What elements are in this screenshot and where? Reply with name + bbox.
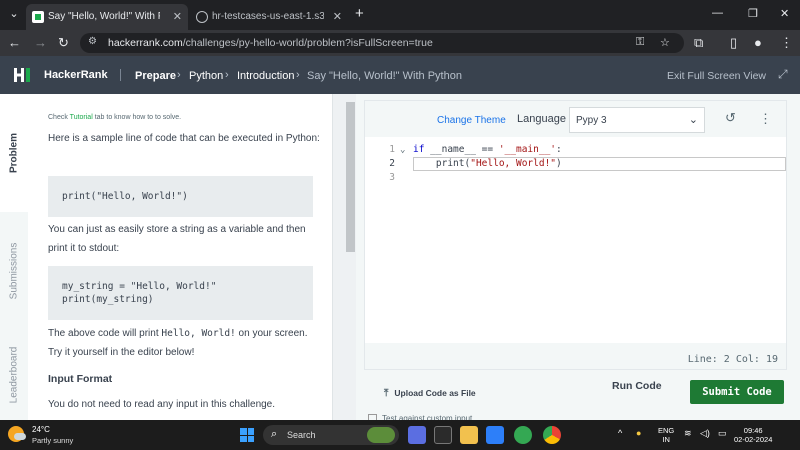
- vscode-icon[interactable]: [486, 426, 504, 444]
- tab-search-button[interactable]: ⌄: [6, 6, 22, 22]
- tab-submissions[interactable]: Submissions: [0, 212, 28, 330]
- expand-icon[interactable]: ⤢: [778, 67, 790, 81]
- file-explorer-icon[interactable]: [460, 426, 478, 444]
- chevron-right-icon: ›: [177, 69, 181, 81]
- profile-icon[interactable]: ●: [754, 35, 762, 51]
- language-select[interactable]: Pypy 3 ⌄: [569, 107, 705, 133]
- paragraph: You can just as easily store a string as…: [48, 224, 306, 254]
- weather-icon[interactable]: [8, 426, 26, 442]
- breadcrumb-current: Say "Hello, World!" With Python: [307, 70, 462, 82]
- app-icon[interactable]: [514, 426, 532, 444]
- chrome-icon[interactable]: [543, 426, 561, 444]
- hackerrank-logo-icon[interactable]: [14, 68, 30, 82]
- language-label: Language: [517, 113, 566, 125]
- scrollbar-thumb[interactable]: [346, 102, 355, 252]
- site-info-icon[interactable]: ⚙: [88, 36, 102, 50]
- temperature: 24°C: [32, 425, 50, 434]
- volume-icon[interactable]: ◁): [700, 428, 710, 439]
- input-language[interactable]: ENG IN: [658, 426, 674, 444]
- editor-toolbar: Change Theme Language Pypy 3 ⌄ ↺ ⋮: [365, 101, 786, 137]
- close-icon[interactable]: ✕: [333, 4, 342, 30]
- breadcrumb-introduction[interactable]: Introduction: [237, 70, 294, 82]
- change-theme-link[interactable]: Change Theme: [437, 115, 506, 126]
- upload-code-button[interactable]: ⤒ Upload Code as File: [384, 388, 476, 399]
- task-view-icon[interactable]: [434, 426, 452, 444]
- header-divider: [120, 69, 121, 81]
- code-line[interactable]: 1 ⌄ if __name__ == '__main__':: [365, 143, 786, 157]
- problem-side-tabs: Problem Submissions Leaderboard: [0, 94, 28, 420]
- browser-tab-inactive[interactable]: hr-testcases-us-east-1.s3.amazonaws ✕: [190, 4, 348, 30]
- paragraph: The above code will print Hello, World! …: [48, 328, 308, 358]
- code-line[interactable]: 2 print("Hello, World!"): [365, 157, 786, 171]
- window-close-icon[interactable]: ✕: [780, 7, 789, 20]
- chevron-right-icon: ›: [296, 69, 300, 81]
- fold-chevron-icon[interactable]: ⌄: [400, 143, 405, 157]
- hackerrank-favicon-icon: [32, 11, 44, 23]
- upload-icon: ⤒: [384, 388, 389, 399]
- side-panel-icon[interactable]: ▯: [730, 35, 737, 51]
- paragraph: You do not need to read any input in thi…: [48, 399, 276, 410]
- breadcrumb-prepare[interactable]: Prepare: [135, 70, 176, 82]
- input-format-heading: Input Format: [48, 373, 113, 385]
- breadcrumb-python[interactable]: Python: [189, 70, 223, 82]
- new-tab-button[interactable]: +: [355, 6, 364, 22]
- problem-statement: Check Tutorial tab to know how to to sol…: [28, 94, 332, 420]
- chrome-menu-icon[interactable]: ⋮: [780, 35, 793, 51]
- chevron-up-icon[interactable]: ^: [618, 428, 622, 438]
- tutorial-link[interactable]: Tutorial: [70, 114, 93, 121]
- clock[interactable]: 09:46 02-02-2024: [734, 426, 772, 444]
- code-lines[interactable]: 1 ⌄ if __name__ == '__main__': 2 print("…: [365, 143, 786, 185]
- tutorial-hint: Check Tutorial tab to know how to to sol…: [48, 114, 182, 121]
- search-icon: ⌕: [271, 428, 278, 440]
- reload-icon[interactable]: ↻: [58, 35, 69, 51]
- search-highlight-image: [367, 427, 395, 443]
- tab-problem[interactable]: Problem: [0, 94, 28, 212]
- address-bar[interactable]: ⚙ hackerrank.com/challenges/py-hello-wor…: [80, 33, 684, 53]
- windows-start-icon[interactable]: [240, 428, 254, 442]
- more-options-icon[interactable]: ⋮: [759, 111, 772, 127]
- tab-leaderboard[interactable]: Leaderboard: [0, 330, 28, 420]
- paragraph: Here is a sample line of code that can b…: [48, 133, 320, 144]
- chevron-down-icon: ⌄: [688, 114, 698, 126]
- chevron-right-icon: ›: [225, 69, 229, 81]
- tab-title: Say "Hello, World!" With Python: [48, 11, 160, 22]
- brand-name[interactable]: HackerRank: [44, 69, 108, 81]
- history-icon[interactable]: ↺: [725, 110, 741, 126]
- restore-icon[interactable]: ❐: [748, 7, 758, 20]
- url-text: hackerrank.com/challenges/py-hello-world…: [108, 37, 433, 49]
- extensions-icon[interactable]: ⧉: [694, 35, 703, 51]
- code-editor[interactable]: Change Theme Language Pypy 3 ⌄ ↺ ⋮ 1 ⌄ i…: [364, 100, 787, 370]
- exit-fullscreen-link[interactable]: Exit Full Screen View: [667, 70, 766, 82]
- close-icon[interactable]: ✕: [173, 4, 182, 30]
- run-code-button[interactable]: Run Code: [612, 380, 662, 392]
- bookmark-star-icon[interactable]: ☆: [660, 36, 670, 49]
- browser-toolbar: ← → ↻ ⚙ hackerrank.com/challenges/py-hel…: [0, 30, 800, 56]
- back-arrow-icon[interactable]: ←: [8, 35, 21, 51]
- windows-taskbar: 24°C Partly sunny ⌕ Search ^ ● ENG IN ≋ ◁…: [0, 420, 800, 450]
- taskbar-search[interactable]: ⌕ Search: [263, 425, 399, 445]
- globe-icon: [196, 11, 208, 23]
- editor-status-bar: Line: 2 Col: 19: [365, 343, 786, 369]
- cursor-position: Line: 2 Col: 19: [687, 354, 778, 365]
- tray-app-icon[interactable]: ●: [636, 428, 641, 438]
- battery-icon[interactable]: ▭: [718, 428, 727, 439]
- hackerrank-header: HackerRank Prepare › Python › Introducti…: [0, 56, 800, 94]
- browser-tab-active[interactable]: Say "Hello, World!" With Python ✕: [26, 4, 188, 30]
- copilot-icon[interactable]: [408, 426, 426, 444]
- browser-tab-strip: ⌄ Say "Hello, World!" With Python ✕ hr-t…: [0, 0, 800, 30]
- wifi-icon[interactable]: ≋: [684, 428, 692, 439]
- minimize-icon[interactable]: —: [712, 7, 723, 19]
- password-key-icon[interactable]: ⚿: [636, 36, 644, 49]
- code-line[interactable]: 3: [365, 171, 786, 185]
- editor-area: Change Theme Language Pypy 3 ⌄ ↺ ⋮ 1 ⌄ i…: [356, 94, 800, 424]
- problem-scrollbar[interactable]: [332, 94, 356, 420]
- forward-arrow-icon[interactable]: →: [34, 35, 47, 51]
- code-sample: print("Hello, World!"): [48, 176, 313, 217]
- submit-code-button[interactable]: Submit Code: [690, 380, 784, 404]
- tab-title: hr-testcases-us-east-1.s3.amazonaws: [212, 11, 324, 22]
- code-sample: my_string = "Hello, World!" print(my_str…: [48, 266, 313, 320]
- weather-condition: Partly sunny: [32, 436, 74, 445]
